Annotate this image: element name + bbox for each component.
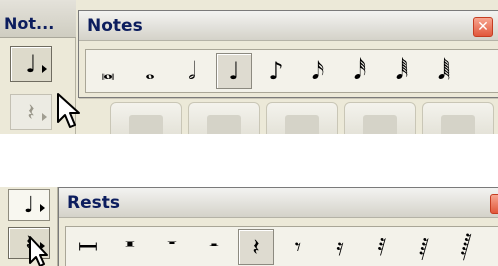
folder-icon (188, 102, 260, 134)
tool-half[interactable]: 𝅗𝅥 (174, 53, 210, 89)
tool-whole-rest[interactable]: 𝄻 (154, 229, 190, 265)
tool-sixty-fourth-rest[interactable]: 𝅁 (406, 229, 442, 265)
quarter-rest-icon: 𝄽 (252, 233, 260, 261)
divider-space (0, 134, 498, 187)
multimeasure-rest-icon: 𝄩 (78, 233, 98, 261)
save-icon (266, 102, 338, 134)
tool-quarter[interactable]: ♩ (216, 53, 252, 89)
mouse-pointer-icon (29, 236, 48, 266)
half-note-icon: 𝅗𝅥 (188, 57, 196, 85)
close-icon[interactable] (490, 194, 498, 214)
rests-palette-window: Rests 𝄩 𝄺 𝄻 𝄼 𝄽 𝄾 𝄿 𝅀 𝅁 𝅂 (58, 187, 498, 266)
flyout-arrow-icon (42, 113, 47, 121)
quarter-note-icon: ♩ (228, 57, 240, 85)
printer-icon (344, 102, 416, 134)
double-whole-note-icon: 𝅜 (101, 57, 115, 85)
toolbar-icon (422, 102, 494, 134)
rests-palette-titlebar[interactable]: Rests (59, 188, 498, 218)
tool-sixty-fourth[interactable]: 𝅘𝅥𝅱 (384, 53, 420, 89)
tool-thirty-second[interactable]: 𝅘𝅥𝅰 (342, 53, 378, 89)
sixty-fourth-rest-icon: 𝅁 (419, 233, 429, 261)
tool-quarter-rest[interactable]: 𝄽 (238, 229, 274, 265)
mini-palette-title: Not... (4, 14, 55, 33)
flyout-arrow-icon (40, 204, 45, 212)
sixteenth-note-icon: 𝅘𝅥𝅯 (311, 57, 325, 85)
quarter-note-icon: ♩ (25, 50, 37, 78)
thirty-second-rest-icon: 𝅀 (377, 233, 387, 261)
notes-palette-window: Notes ✕ 𝅜 𝅝 𝅗𝅥 ♩ ♪ 𝅘𝅥𝅯 𝅘𝅥𝅰 𝅘𝅥𝅱 𝅘𝅥𝅲 (78, 10, 498, 98)
tool-multimeasure-rest[interactable]: 𝄩 (70, 229, 106, 265)
notes-screenshot: Not... ♩ 𝄽 Notes ✕ 𝅜 𝅝 𝅗𝅥 ♩ ♪ 𝅘𝅥𝅯 𝅘𝅥𝅰 𝅘𝅥… (0, 0, 498, 134)
sixteenth-rest-icon: 𝄿 (336, 233, 344, 261)
tool-thirty-second-rest[interactable]: 𝅀 (364, 229, 400, 265)
hundred-twenty-eighth-rest-icon: 𝅂 (460, 233, 472, 261)
notes-palette-title: Notes (87, 16, 143, 36)
rests-screenshot: ♩ 𝄽 Rests 𝄩 𝄺 𝄻 𝄼 𝄽 𝄾 𝄿 𝅀 𝅁 𝅂 (0, 187, 498, 266)
eighth-note-icon: ♪ (268, 57, 284, 85)
tool-whole[interactable]: 𝅝 (132, 53, 168, 89)
double-whole-rest-icon: 𝄺 (125, 233, 135, 261)
thirty-second-note-icon: 𝅘𝅥𝅰 (353, 57, 367, 85)
quarter-rest-icon: 𝄽 (27, 98, 35, 126)
whole-rest-icon: 𝄻 (167, 233, 177, 261)
tool-hundred-twenty-eighth[interactable]: 𝅘𝅥𝅲 (426, 53, 462, 89)
sixty-fourth-note-icon: 𝅘𝅥𝅱 (395, 57, 409, 85)
half-rest-icon: 𝄼 (209, 233, 219, 261)
rests-palette-button[interactable]: 𝄽 (10, 94, 52, 130)
tool-breve-rest[interactable]: 𝄺 (112, 229, 148, 265)
tool-hundred-twenty-eighth-rest[interactable]: 𝅂 (448, 229, 484, 265)
tool-sixteenth[interactable]: 𝅘𝅥𝅯 (300, 53, 336, 89)
tool-eighth[interactable]: ♪ (258, 53, 294, 89)
close-icon[interactable]: ✕ (473, 17, 493, 37)
mini-palette-titlebar[interactable]: Not... (0, 0, 76, 38)
notes-palette-button[interactable]: ♩ (8, 189, 50, 221)
tool-half-rest[interactable]: 𝄼 (196, 229, 232, 265)
eighth-rest-icon: 𝄾 (294, 233, 302, 261)
document-icon (110, 102, 182, 134)
background-toolbar (110, 102, 498, 134)
tool-sixteenth-rest[interactable]: 𝄿 (322, 229, 358, 265)
tool-eighth-rest[interactable]: 𝄾 (280, 229, 316, 265)
whole-note-icon: 𝅝 (145, 57, 155, 85)
tool-breve[interactable]: 𝅜 (90, 53, 126, 89)
notes-palette-titlebar[interactable]: Notes ✕ (79, 11, 498, 41)
hundred-twenty-eighth-note-icon: 𝅘𝅥𝅲 (437, 57, 451, 85)
rests-palette-title: Rests (67, 193, 120, 213)
notes-toolbar: 𝅜 𝅝 𝅗𝅥 ♩ ♪ 𝅘𝅥𝅯 𝅘𝅥𝅰 𝅘𝅥𝅱 𝅘𝅥𝅲 (85, 49, 498, 93)
rests-toolbar: 𝄩 𝄺 𝄻 𝄼 𝄽 𝄾 𝄿 𝅀 𝅁 𝅂 (65, 226, 498, 266)
flyout-arrow-icon (42, 65, 47, 73)
mouse-pointer-icon (57, 93, 80, 128)
quarter-note-icon: ♩ (23, 192, 35, 218)
notes-palette-button[interactable]: ♩ (10, 46, 52, 82)
